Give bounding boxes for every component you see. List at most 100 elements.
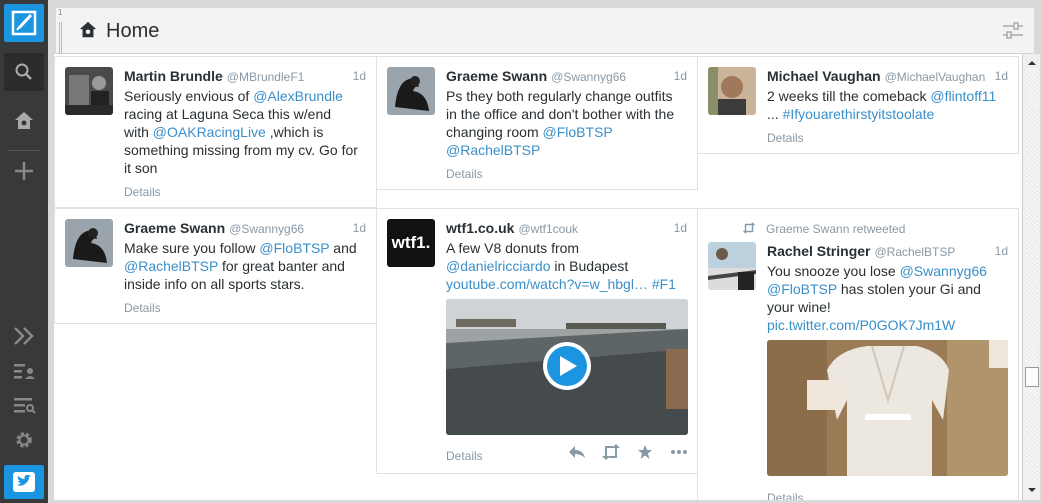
details-link[interactable]: Details xyxy=(124,185,161,199)
tweet-card[interactable]: Michael Vaughan @MichaelVaughan 1d 2 week… xyxy=(697,56,1019,154)
photo-preview[interactable] xyxy=(767,340,1008,476)
tweet-stream[interactable]: Martin Brundle @MBrundleF1 1d Seriously e… xyxy=(54,54,1022,500)
more-icon xyxy=(671,450,687,454)
avatar[interactable] xyxy=(65,67,113,115)
more-button[interactable] xyxy=(669,442,689,462)
media-link[interactable]: pic.twitter.com/P0GOK7Jm1W xyxy=(767,317,955,333)
tweet-time[interactable]: 1d xyxy=(995,69,1008,83)
star-icon xyxy=(638,445,652,459)
author-handle[interactable]: @Swannyg66 xyxy=(229,222,304,236)
tweet-card[interactable]: wtf1. wtf1.co.uk @wtf1couk 1d A few V8 do… xyxy=(376,208,698,474)
avatar[interactable]: wtf1. xyxy=(387,219,435,267)
tweet-time[interactable]: 1d xyxy=(353,221,366,235)
column-index: 1 xyxy=(58,8,63,17)
expand-icon xyxy=(14,327,34,345)
settings-button[interactable] xyxy=(4,421,44,459)
tweet-text: 2 weeks till the comeback @flintoff11 ..… xyxy=(767,88,997,122)
retweet-icon xyxy=(602,444,620,460)
accounts-button[interactable] xyxy=(4,352,44,390)
home-icon xyxy=(15,112,33,129)
video-preview[interactable] xyxy=(446,299,688,435)
compose-button[interactable] xyxy=(4,4,44,42)
author-name[interactable]: Michael Vaughan @MichaelVaughan xyxy=(767,68,985,84)
avatar-logo-text: wtf1. xyxy=(391,233,431,252)
tweet-text: Seriously envious of @AlexBrundle racing… xyxy=(124,88,358,176)
tweet-time[interactable]: 1d xyxy=(674,221,687,235)
mention-link[interactable]: @RachelBTSP xyxy=(446,142,540,158)
column-drag-handle[interactable] xyxy=(59,22,62,56)
avatar[interactable] xyxy=(65,219,113,267)
reply-button[interactable] xyxy=(567,442,587,462)
column-settings-icon[interactable] xyxy=(1002,22,1024,45)
retweet-indicator-icon xyxy=(742,221,756,239)
reply-icon xyxy=(569,446,585,458)
scroll-track[interactable] xyxy=(1026,72,1038,482)
expand-button[interactable] xyxy=(4,317,44,355)
add-column-button[interactable] xyxy=(4,152,44,190)
mention-link[interactable]: @OAKRacingLive xyxy=(153,124,266,140)
accounts-icon xyxy=(14,364,35,379)
mention-link[interactable]: @Swannyg66 xyxy=(900,263,987,279)
hashtag-link[interactable]: #F1 xyxy=(652,276,676,292)
mention-link[interactable]: @danielricciardo xyxy=(446,258,550,274)
twitter-bird-icon xyxy=(13,472,35,492)
author-handle[interactable]: @MBrundleF1 xyxy=(227,70,305,84)
search-icon xyxy=(15,63,32,80)
column-header: 1 Home xyxy=(56,8,1034,56)
mention-link[interactable]: @RachelBTSP xyxy=(124,258,218,274)
author-handle[interactable]: @Swannyg66 xyxy=(551,70,626,84)
author-handle[interactable]: @MichaelVaughan xyxy=(885,70,986,84)
tweet-time[interactable]: 1d xyxy=(353,69,366,83)
mention-link[interactable]: @FloBTSP xyxy=(543,124,613,140)
settings-icon xyxy=(16,432,32,448)
retweeted-by-label[interactable]: Graeme Swann retweeted xyxy=(766,222,905,236)
tweet-text: Make sure you follow @FloBTSP and @Rache… xyxy=(124,240,357,292)
lists-button[interactable] xyxy=(4,386,44,424)
tweet-time[interactable]: 1d xyxy=(995,244,1008,258)
details-link[interactable]: Details xyxy=(767,491,804,500)
twitter-account-button[interactable] xyxy=(4,465,44,499)
tweet-text: A few V8 donuts from @danielricciardo in… xyxy=(446,240,676,292)
add-column-icon xyxy=(15,162,33,180)
main-area: 1 Home Martin Brundle @MBrundleF1 1d Ser… xyxy=(48,0,1042,503)
tweet-card[interactable]: Martin Brundle @MBrundleF1 1d Seriously e… xyxy=(54,56,377,208)
author-name[interactable]: Graeme Swann @Swannyg66 xyxy=(446,68,626,84)
details-link[interactable]: Details xyxy=(446,449,483,463)
author-name[interactable]: wtf1.co.uk @wtf1couk xyxy=(446,220,578,236)
column-title: Home xyxy=(106,20,160,42)
scroll-up-icon[interactable] xyxy=(1026,57,1038,69)
retweet-button[interactable] xyxy=(601,442,621,462)
details-link[interactable]: Details xyxy=(446,167,483,181)
author-handle[interactable]: @wtf1couk xyxy=(518,222,578,236)
avatar[interactable] xyxy=(708,242,756,290)
tweet-actions xyxy=(567,442,689,462)
home-column-button[interactable] xyxy=(4,102,44,140)
tweet-time[interactable]: 1d xyxy=(674,69,687,83)
url-link[interactable]: youtube.com/watch?v=w_hbgl… xyxy=(446,276,648,292)
author-name[interactable]: Rachel Stringer @RachelBTSP xyxy=(767,243,955,259)
mention-link[interactable]: @AlexBrundle xyxy=(253,88,343,104)
tweet-card[interactable]: Graeme Swann @Swannyg66 1d Ps they both r… xyxy=(376,56,698,190)
tweet-card[interactable]: Graeme Swann @Swannyg66 1d Make sure you … xyxy=(54,208,377,324)
mention-link[interactable]: @FloBTSP xyxy=(767,281,837,297)
tweet-text: You snooze you lose @Swannyg66 @FloBTSP … xyxy=(767,263,987,333)
sidebar-divider xyxy=(8,150,40,151)
tweet-text: Ps they both regularly change outfits in… xyxy=(446,88,675,158)
mention-link[interactable]: @flintoff11 xyxy=(930,88,996,104)
avatar[interactable] xyxy=(708,67,756,115)
vertical-scrollbar[interactable] xyxy=(1022,54,1040,500)
scroll-down-icon[interactable] xyxy=(1026,484,1038,496)
favorite-button[interactable] xyxy=(635,442,655,462)
scroll-thumb[interactable] xyxy=(1025,367,1039,387)
details-link[interactable]: Details xyxy=(124,301,161,315)
author-name[interactable]: Martin Brundle @MBrundleF1 xyxy=(124,68,304,84)
author-name[interactable]: Graeme Swann @Swannyg66 xyxy=(124,220,304,236)
compose-icon xyxy=(11,10,37,36)
avatar[interactable] xyxy=(387,67,435,115)
search-button[interactable] xyxy=(4,53,44,91)
hashtag-link[interactable]: #Ifyouarethirstyitstoolate xyxy=(783,106,935,122)
mention-link[interactable]: @FloBTSP xyxy=(259,240,329,256)
details-link[interactable]: Details xyxy=(767,131,804,145)
author-handle[interactable]: @RachelBTSP xyxy=(874,245,955,259)
tweet-card[interactable]: Graeme Swann retweeted Rachel Stringer @R… xyxy=(697,208,1019,500)
